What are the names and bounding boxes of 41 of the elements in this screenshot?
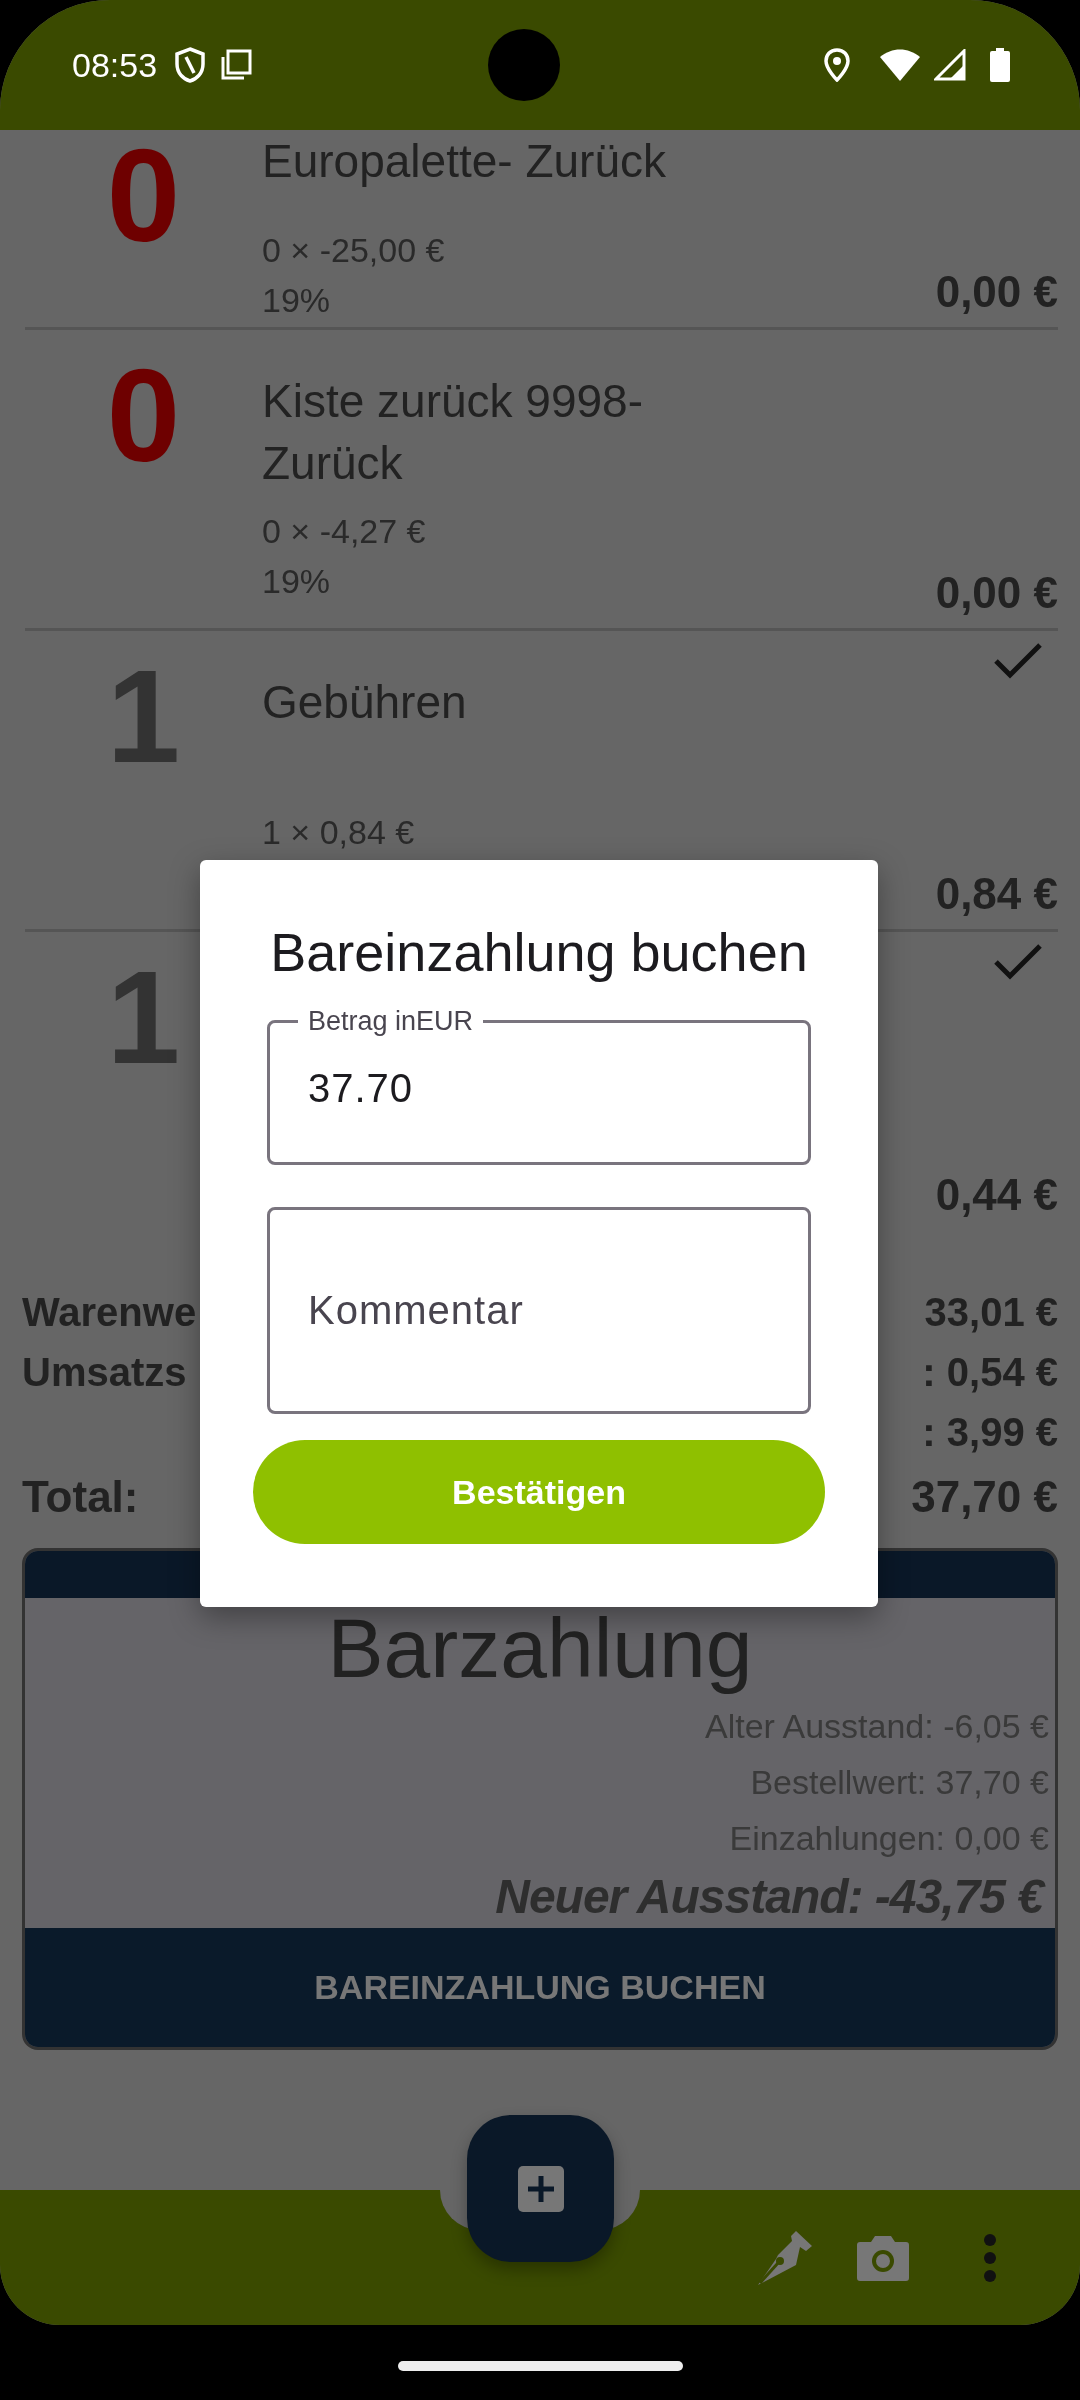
- battery-icon: [990, 48, 1010, 82]
- quantity: 0: [105, 130, 182, 271]
- summary-value: : 0,54 €: [922, 1349, 1058, 1396]
- comment-field[interactable]: Kommentar: [267, 1207, 811, 1414]
- total-value: 37,70 €: [911, 1472, 1058, 1522]
- new-balance: Neuer Ausstand: -43,75 €: [25, 1866, 1055, 1928]
- unit-price: 1 × 0,84 €: [262, 812, 416, 853]
- unit-price: 0 × -25,00 €: [262, 230, 446, 271]
- more-icon[interactable]: [983, 2233, 997, 2282]
- tax-rate: 19%: [262, 561, 332, 602]
- wifi-icon: [880, 49, 920, 81]
- tax-rate: 19%: [262, 280, 332, 321]
- item-name: Gebühren: [262, 676, 467, 728]
- camera-icon[interactable]: [856, 2233, 910, 2282]
- order-row[interactable]: 0 Europalette- Zurück 0 × -25,00 € 19% 0,00 €: [25, 130, 1058, 330]
- quantity: 0: [105, 341, 182, 491]
- item-name: Europalette- Zurück: [262, 135, 666, 187]
- line-total: 0,44 €: [935, 1170, 1058, 1221]
- summary-label: Umsatzs: [22, 1350, 187, 1394]
- line-total: 0,00 €: [935, 568, 1058, 619]
- summary-value: 33,01 €: [923, 1289, 1058, 1336]
- item-name: Kiste zurück 9998-Zurück: [262, 375, 643, 489]
- summary-label: Warenwe: [22, 1290, 197, 1334]
- clock: 08:53: [72, 45, 158, 85]
- copy-icon: [219, 48, 254, 82]
- add-button[interactable]: [467, 2115, 614, 2262]
- summary-value: : 3,99 €: [922, 1409, 1058, 1456]
- order-row[interactable]: 0 Kiste zurück 9998-Zurück 0 × -4,27 € 19% 0,00 €: [25, 330, 1058, 631]
- pen-nib-icon[interactable]: [756, 2228, 814, 2287]
- shield-icon: [175, 47, 206, 83]
- location-icon: [824, 48, 850, 82]
- confirm-button[interactable]: Bestätigen: [253, 1440, 825, 1544]
- cash-deposit-button[interactable]: BAREINZAHLUNG BUCHEN: [25, 1928, 1055, 2047]
- amount-input[interactable]: 37.70: [298, 1058, 780, 1118]
- line-total: 0,84 €: [935, 869, 1058, 920]
- card-title: Barzahlung: [326, 1600, 754, 1697]
- line-total: 0,00 €: [935, 267, 1058, 318]
- signal-icon: [934, 49, 966, 81]
- unit-price: 0 × -4,27 €: [262, 511, 427, 552]
- plus-icon: [517, 2165, 564, 2212]
- total-label: Total:: [22, 1472, 139, 1522]
